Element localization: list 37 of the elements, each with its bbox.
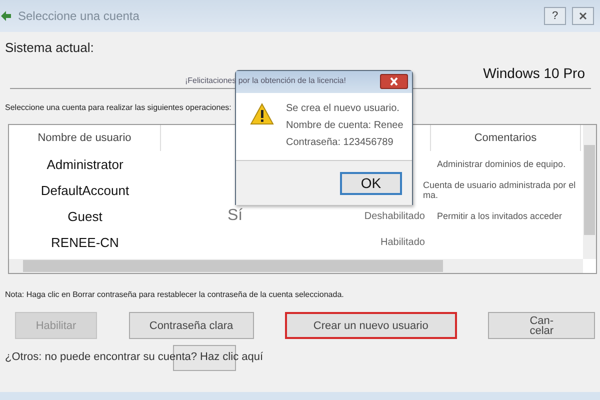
- column-header: Nombre de usuario: [38, 132, 132, 144]
- table-cell: Guest: [68, 208, 102, 224]
- warning-icon: [250, 103, 274, 125]
- scroll-thumb[interactable]: [584, 145, 595, 235]
- table-cell: Sí: [227, 207, 243, 225]
- horizontal-scrollbar[interactable]: [9, 259, 583, 273]
- action-button[interactable]: Contraseña clara: [129, 312, 254, 339]
- table-cell: RENEE-CN: [51, 234, 119, 250]
- table-cell: Cuenta de usuario administrada por el: [423, 180, 576, 190]
- window-title: Seleccione una cuenta: [18, 9, 140, 23]
- close-icon: [578, 11, 588, 21]
- system-version: Windows 10 Pro: [483, 65, 585, 81]
- table-cell: ma.: [423, 190, 438, 200]
- table-cell: Habilitado: [380, 236, 425, 248]
- table-cell: DefaultAccount: [40, 182, 130, 198]
- message-text: Nombre de cuenta: Renee: [286, 120, 404, 131]
- action-button[interactable]: Can- celar: [488, 312, 595, 339]
- app-icon: [0, 10, 12, 22]
- help-button[interactable]: ?: [544, 7, 566, 25]
- column-header: Comentarios: [474, 132, 537, 144]
- action-button[interactable]: Crear un nuevo usuario: [284, 312, 458, 339]
- message-text: Se crea el nuevo usuario.: [286, 103, 400, 114]
- close-button[interactable]: [380, 74, 408, 89]
- scroll-thumb[interactable]: [23, 260, 443, 272]
- help-link[interactable]: ¿Otros: no puede encontrar su cuenta? Haz clic aquí: [5, 351, 264, 363]
- current-system-label: Sistema actual:: [5, 40, 95, 55]
- vertical-scrollbar[interactable]: [583, 125, 596, 259]
- close-icon: [389, 77, 399, 86]
- instruction-text: Seleccione una cuenta para realizar las siguientes operaciones:: [5, 103, 232, 112]
- ok-button[interactable]: OK: [340, 172, 402, 194]
- table-cell: Deshabilitado: [364, 210, 425, 222]
- note-text: Nota: Haga clic en Borrar contraseña para restablecer la contraseña de la cuenta seleccionada.: [5, 290, 345, 299]
- close-button[interactable]: [572, 7, 594, 25]
- table-cell: Permitir a los invitados acceder: [437, 211, 562, 221]
- message-text: Contraseña: 123456789: [286, 137, 394, 148]
- table-cell: Administrar dominios de equipo.: [437, 159, 566, 169]
- table-cell: Administrator: [46, 156, 124, 172]
